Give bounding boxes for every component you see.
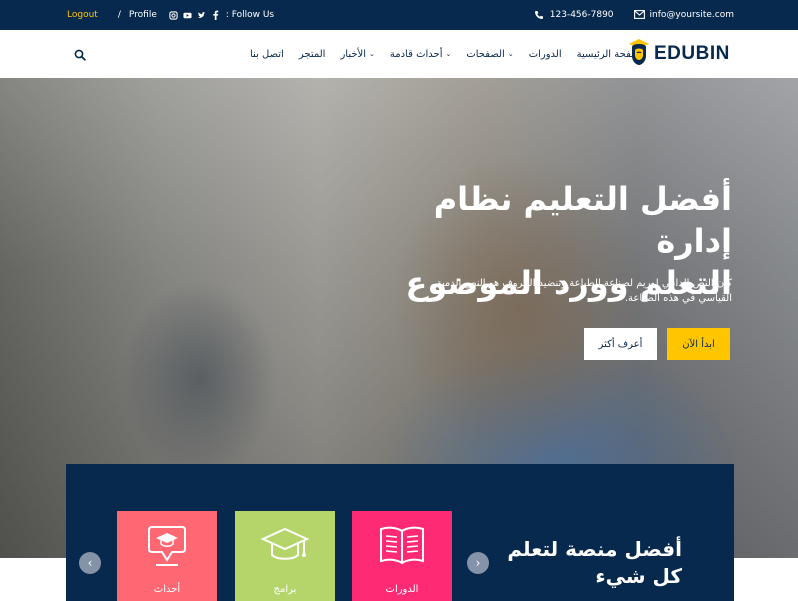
chevron-down-icon: ⌄ — [445, 50, 452, 58]
chevron-down-icon: ⌄ — [369, 50, 375, 58]
phone-number[interactable]: 123-456-7890 — [550, 10, 614, 20]
card-label: أحداث — [153, 584, 181, 595]
top-bar: Logout / Profile : Follow Us 123-456-789… — [0, 0, 798, 30]
carousel-prev-button[interactable]: ‹ — [79, 552, 101, 574]
phone-icon — [534, 10, 544, 20]
graduation-cap-icon — [260, 523, 310, 569]
profile-link[interactable]: Profile — [129, 10, 157, 20]
chevron-down-icon: ⌄ — [507, 50, 514, 58]
logout-link[interactable]: Logout — [67, 10, 98, 20]
nav-item-courses[interactable]: الدورات — [529, 49, 562, 60]
card-label: برامج — [273, 584, 297, 595]
nav-label: المتجر — [298, 48, 326, 60]
nav-item-events[interactable]: أحداث قادمة ⌄ — [390, 49, 451, 60]
card-courses[interactable]: الدورات — [352, 511, 452, 601]
nav-item-news[interactable]: الأخبار ⌄ — [340, 49, 374, 60]
top-bar-left: Logout / Profile : Follow Us — [67, 0, 274, 30]
nav-item-contact[interactable]: اتصل بنا — [250, 49, 284, 60]
site-logo[interactable]: EDUBIN — [628, 38, 733, 70]
logo-icon — [628, 38, 650, 70]
search-icon[interactable] — [74, 46, 86, 61]
learn-more-button[interactable]: أعرف أكثر — [584, 328, 657, 360]
card-programs[interactable]: برامج — [235, 511, 335, 601]
nav-label: أحداث قادمة — [389, 48, 443, 60]
chevron-right-icon: › — [475, 556, 481, 570]
hero-title-line1: أفضل التعليم نظام إدارة — [433, 180, 732, 260]
email-address[interactable]: info@yoursite.com — [650, 10, 734, 20]
main-nav: الصفحة الرئيسية الدورات الصفحات ⌄ أحداث ق… — [250, 30, 646, 78]
facebook-icon[interactable] — [211, 10, 220, 20]
top-bar-right: 123-456-7890 info@yoursite.com — [534, 0, 734, 30]
instagram-icon[interactable] — [169, 10, 178, 20]
nav-label: الصفحات — [466, 48, 505, 60]
twitter-icon[interactable] — [197, 11, 206, 20]
logo-text: EDUBIN — [654, 43, 730, 64]
hero-description: كان النص الدامي لوريم لصناعة الطباعة وتن… — [436, 278, 733, 304]
start-now-button[interactable]: ابدأ الآن — [667, 328, 730, 360]
features-panel: أفضل منصة لتعلم كل شيء › الدورات برامج أ… — [66, 464, 734, 601]
social-links — [169, 10, 220, 20]
nav-item-pages[interactable]: الصفحات ⌄ — [466, 49, 513, 60]
nav-item-shop[interactable]: المتجر — [299, 49, 326, 60]
card-events[interactable]: أحداث — [117, 511, 217, 601]
panel-title: أفضل منصة لتعلم كل شيء — [507, 537, 682, 588]
email-icon — [633, 10, 645, 20]
chevron-left-icon: ‹ — [87, 556, 93, 570]
event-icon — [142, 523, 192, 569]
separator: / — [117, 10, 121, 20]
nav-label: اتصل بنا — [250, 48, 284, 60]
nav-label: الدورات — [528, 48, 562, 60]
book-icon — [377, 523, 427, 569]
carousel-next-button[interactable]: › — [467, 552, 489, 574]
nav-label: الأخبار — [340, 48, 367, 60]
youtube-icon[interactable] — [183, 11, 192, 20]
card-label: الدورات — [385, 584, 419, 595]
follow-us-label: : Follow Us — [225, 10, 275, 20]
main-header: الصفحة الرئيسية الدورات الصفحات ⌄ أحداث ق… — [0, 30, 798, 78]
